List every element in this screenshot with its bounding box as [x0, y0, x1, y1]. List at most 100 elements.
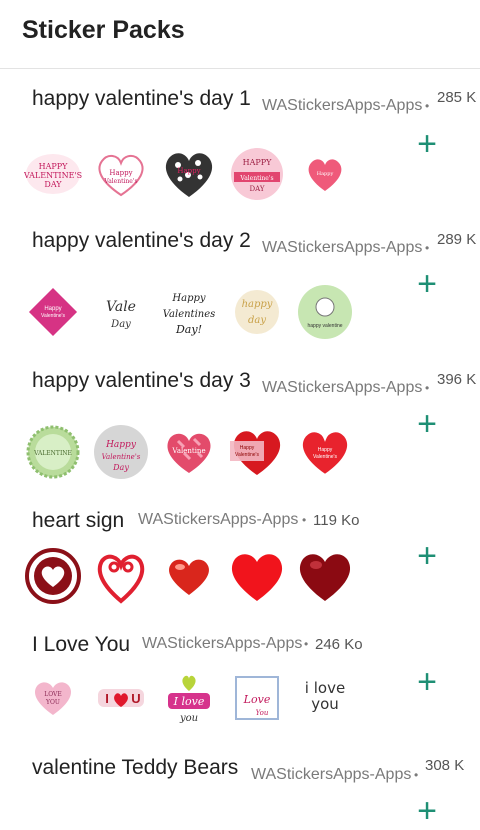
sticker-pack-item[interactable]: happy valentine's day 1 WAStickersApps-A… — [0, 69, 480, 212]
svg-text:I: I — [105, 691, 109, 706]
svg-text:Valentine's: Valentine's — [235, 452, 259, 458]
pack-name: I Love You — [32, 633, 131, 656]
svg-text:HAPPY: HAPPY — [243, 158, 273, 167]
svg-text:LOVE: LOVE — [44, 691, 62, 698]
valentines-script-sticker: Vale Day — [92, 283, 150, 341]
red-heart-banner-sticker: Happy Valentine's — [228, 423, 286, 481]
separator-dot: • — [304, 637, 309, 651]
svg-text:Valentine's: Valentine's — [239, 175, 273, 182]
svg-text:U: U — [131, 691, 140, 706]
add-pack-button[interactable]: + — [412, 267, 442, 301]
red-heart-outline-sticker: Happy Valentine's — [296, 423, 354, 481]
svg-text:happy: happy — [242, 299, 273, 310]
svg-text:Day!: Day! — [175, 323, 202, 336]
svg-text:Valentine's: Valentine's — [102, 453, 141, 461]
pack-publisher: WAStickersApps-Apps — [262, 97, 423, 114]
svg-text:Happy: Happy — [171, 293, 205, 304]
pack-size: 119 Ko — [313, 512, 360, 529]
gold-happy-day-sticker: happy day — [228, 283, 286, 341]
pack-size: 289 Ko — [437, 231, 477, 248]
svg-text:Happy: Happy — [240, 445, 255, 451]
valentines-day-heart-sticker: Happy Valentine's — [92, 145, 150, 203]
svg-text:Love: Love — [243, 693, 271, 706]
separator-dot: • — [425, 99, 430, 113]
green-badge-sticker: VALENTINE — [24, 423, 82, 481]
pack-size: 285 Ko — [437, 89, 477, 106]
add-pack-button[interactable]: + — [412, 539, 442, 573]
separator-dot: • — [302, 513, 307, 527]
pack-publisher: WAStickersApps-Apps — [262, 239, 423, 256]
svg-text:You: You — [256, 709, 269, 717]
sticker-pack-item[interactable]: I Love You WAStickersApps-Apps • 246 Ko … — [0, 615, 480, 741]
grey-circle-script-sticker: Happy Valentine's Day — [92, 423, 150, 481]
happy-valentines-day-circle-sticker: HAPPY Valentine's DAY — [228, 145, 286, 203]
sticker-preview-row: VALENTINE Happy Valentine's Day Valentine … — [24, 423, 354, 481]
svg-text:Valentines: Valentines — [163, 309, 216, 320]
svg-text:Happy: Happy — [105, 440, 137, 450]
pack-publisher: WAStickersApps-Apps — [138, 511, 299, 528]
pack-size: 308 Ko — [425, 757, 465, 774]
svg-text:day: day — [248, 315, 266, 326]
svg-text:YOU: YOU — [45, 699, 60, 706]
i-love-you-text-sticker: i love you — [296, 669, 354, 727]
love-card-sticker: Love You — [228, 669, 286, 727]
green-cat-circle-sticker: happy valentine — [296, 283, 354, 341]
leopard-heart-sticker: Happy — [160, 145, 218, 203]
svg-text:DAY: DAY — [44, 180, 62, 189]
mosaic-heart-sticker: Valentine — [160, 423, 218, 481]
add-pack-button[interactable]: + — [412, 665, 442, 699]
add-pack-button[interactable]: + — [412, 794, 442, 828]
pack-name: valentine Teddy Bears — [32, 756, 239, 779]
love-you-heart-sticker: LOVE YOU — [24, 669, 82, 727]
svg-text:Valentine: Valentine — [171, 447, 205, 455]
valentines-day-text-sticker: HAPPY VALENTINE'S DAY — [24, 145, 82, 203]
pack-publisher: WAStickersApps-Apps — [251, 766, 412, 783]
sticker-pack-item[interactable]: heart sign WAStickersApps-Apps • 119 Ko … — [0, 491, 480, 616]
svg-text:happy valentine: happy valentine — [307, 323, 342, 329]
svg-text:Happy: Happy — [177, 167, 200, 175]
i-love-you-banner-sticker: I love you — [160, 669, 218, 727]
svg-text:Valentine's: Valentine's — [41, 313, 65, 319]
pack-publisher: WAStickersApps-Apps — [262, 379, 423, 396]
dark-red-heart-sticker — [296, 547, 354, 605]
svg-text:HAPPY: HAPPY — [39, 162, 69, 171]
small-pink-heart-sticker: Happy — [296, 145, 354, 203]
svg-text:Vale: Vale — [106, 299, 136, 315]
sticker-pack-item[interactable]: happy valentine's day 3 WAStickersApps-A… — [0, 351, 480, 492]
pack-name: heart sign — [32, 509, 125, 532]
svg-text:VALENTINE'S: VALENTINE'S — [24, 171, 82, 180]
svg-text:I love: I love — [173, 695, 205, 708]
svg-text:VALENTINE: VALENTINE — [33, 450, 72, 457]
svg-text:you: you — [179, 713, 198, 724]
pack-name: happy valentine's day 1 — [32, 87, 251, 110]
svg-text:DAY: DAY — [249, 185, 264, 193]
pink-diamond-sign-sticker: Happy Valentine's — [24, 283, 82, 341]
svg-text:Day: Day — [112, 463, 129, 472]
separator-dot: • — [425, 241, 430, 255]
red-heart-sticker — [228, 547, 286, 605]
pack-name: happy valentine's day 2 — [32, 229, 251, 252]
svg-text:Day: Day — [110, 319, 131, 330]
sticker-preview-row — [24, 547, 354, 605]
svg-text:Happy: Happy — [318, 447, 333, 453]
happy-valentines-day-script-sticker: Happy Valentines Day! — [160, 283, 218, 341]
svg-text:you: you — [311, 695, 339, 713]
pack-size: 396 Ko — [437, 371, 477, 388]
sticker-pack-item[interactable]: happy valentine's day 2 WAStickersApps-A… — [0, 211, 480, 352]
add-pack-button[interactable]: + — [412, 127, 442, 161]
pack-size: 246 Ko — [315, 636, 363, 653]
svg-text:Valentine's: Valentine's — [313, 454, 337, 460]
glossy-red-heart-sticker — [160, 547, 218, 605]
i-heart-u-sticker: IU — [92, 669, 150, 727]
page-title: Sticker Packs — [22, 16, 185, 44]
separator-dot: • — [414, 768, 419, 782]
svg-text:Happy: Happy — [317, 171, 334, 177]
sticker-preview-row: Happy Valentine's Vale Day Happy Valentines… — [24, 283, 354, 341]
add-pack-button[interactable]: + — [412, 407, 442, 441]
svg-text:Valentine's: Valentine's — [103, 178, 137, 185]
pack-name: happy valentine's day 3 — [32, 369, 251, 392]
pack-publisher: WAStickersApps-Apps — [142, 635, 303, 652]
sticker-pack-item[interactable]: valentine Teddy Bears WAStickersApps-App… — [0, 740, 480, 828]
sticker-preview-row: HAPPY VALENTINE'S DAY Happy Valentine's Hap… — [24, 145, 354, 203]
heart-in-circle-sticker — [24, 547, 82, 605]
